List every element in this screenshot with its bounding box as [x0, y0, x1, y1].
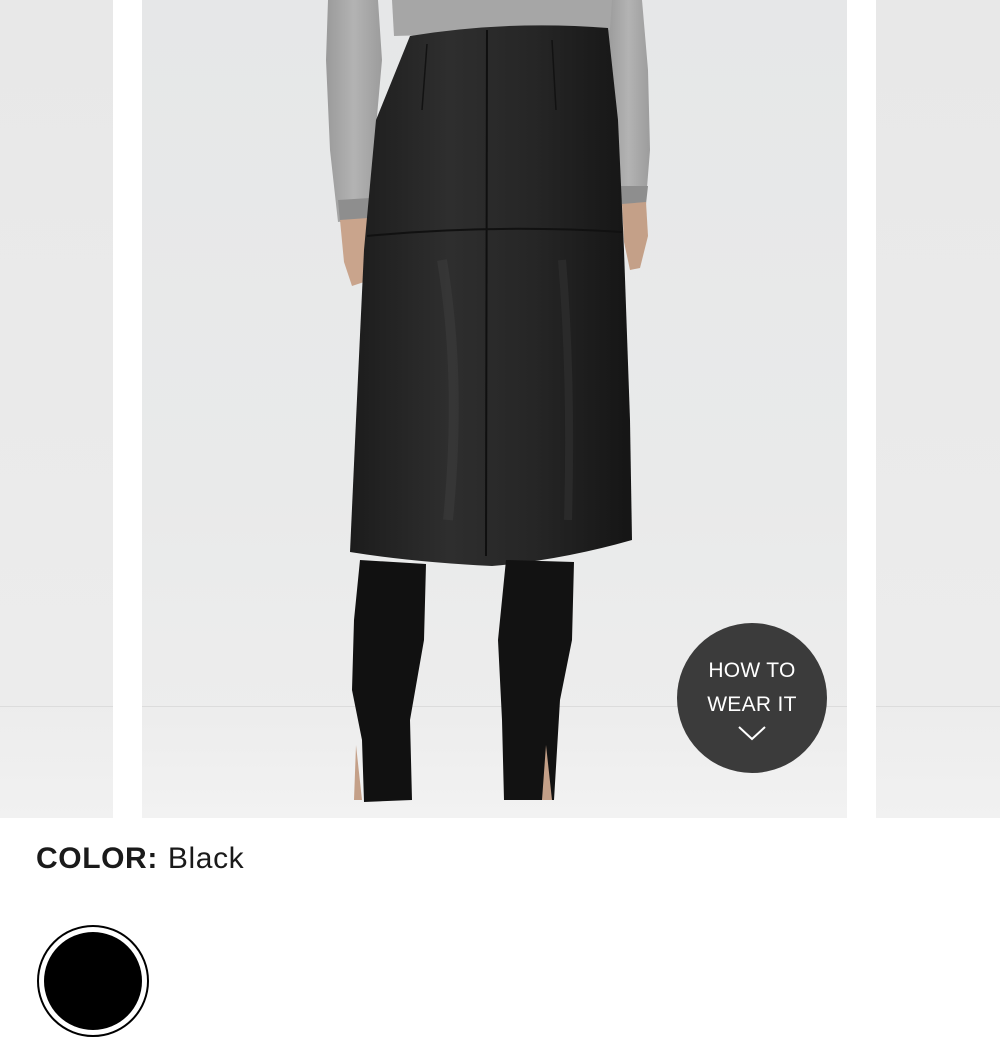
color-label: COLOR: [36, 842, 158, 875]
previous-product-image[interactable] [0, 0, 113, 818]
swatch-fill [44, 932, 142, 1030]
selected-color-value: Black [167, 842, 245, 875]
chevron-down-icon [738, 726, 766, 741]
how-to-wear-line-1: HOW TO [708, 659, 796, 682]
color-selection-label: COLOR: Black [36, 842, 244, 876]
how-to-wear-line-2: WEAR IT [707, 693, 797, 716]
how-to-wear-it-button[interactable]: HOW TO WEAR IT [677, 623, 827, 773]
product-image-carousel[interactable]: HOW TO WEAR IT [0, 0, 1000, 818]
color-swatch-black[interactable] [37, 925, 149, 1037]
next-product-image[interactable] [876, 0, 1000, 818]
